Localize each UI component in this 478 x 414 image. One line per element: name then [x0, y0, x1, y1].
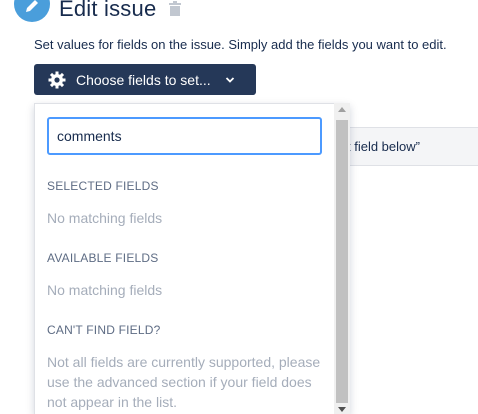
trash-icon[interactable]	[168, 0, 182, 18]
available-fields-empty: No matching fields	[47, 282, 163, 298]
fields-dropdown: SELECTED FIELDS No matching fields AVAIL…	[34, 103, 350, 414]
scrollbar-thumb[interactable]	[336, 120, 348, 403]
pencil-icon	[24, 0, 40, 14]
edit-badge	[14, 0, 50, 22]
selected-fields-empty: No matching fields	[47, 210, 163, 226]
page-title: Edit issue	[59, 0, 157, 21]
scroll-up-arrow-icon[interactable]	[338, 107, 346, 112]
page-description: Set values for fields on the issue. Simp…	[34, 37, 447, 52]
selected-fields-heading: SELECTED FIELDS	[47, 179, 159, 193]
available-fields-heading: AVAILABLE FIELDS	[47, 251, 159, 265]
scroll-down-arrow-icon[interactable]	[338, 407, 346, 412]
background-field-hint: t field below”	[330, 127, 478, 166]
field-search-input[interactable]	[47, 117, 322, 155]
unsupported-fields-help-text: Not all fields are currently supported, …	[47, 354, 321, 410]
choose-fields-button[interactable]: Choose fields to set...	[34, 64, 256, 95]
gear-icon	[48, 71, 66, 89]
chevron-down-icon	[225, 76, 235, 84]
dropdown-scrollbar[interactable]	[334, 103, 350, 414]
choose-fields-label: Choose fields to set...	[76, 71, 211, 88]
page-header: Edit issue	[0, 0, 478, 30]
cant-find-field-heading: CAN'T FIND FIELD?	[47, 323, 161, 337]
